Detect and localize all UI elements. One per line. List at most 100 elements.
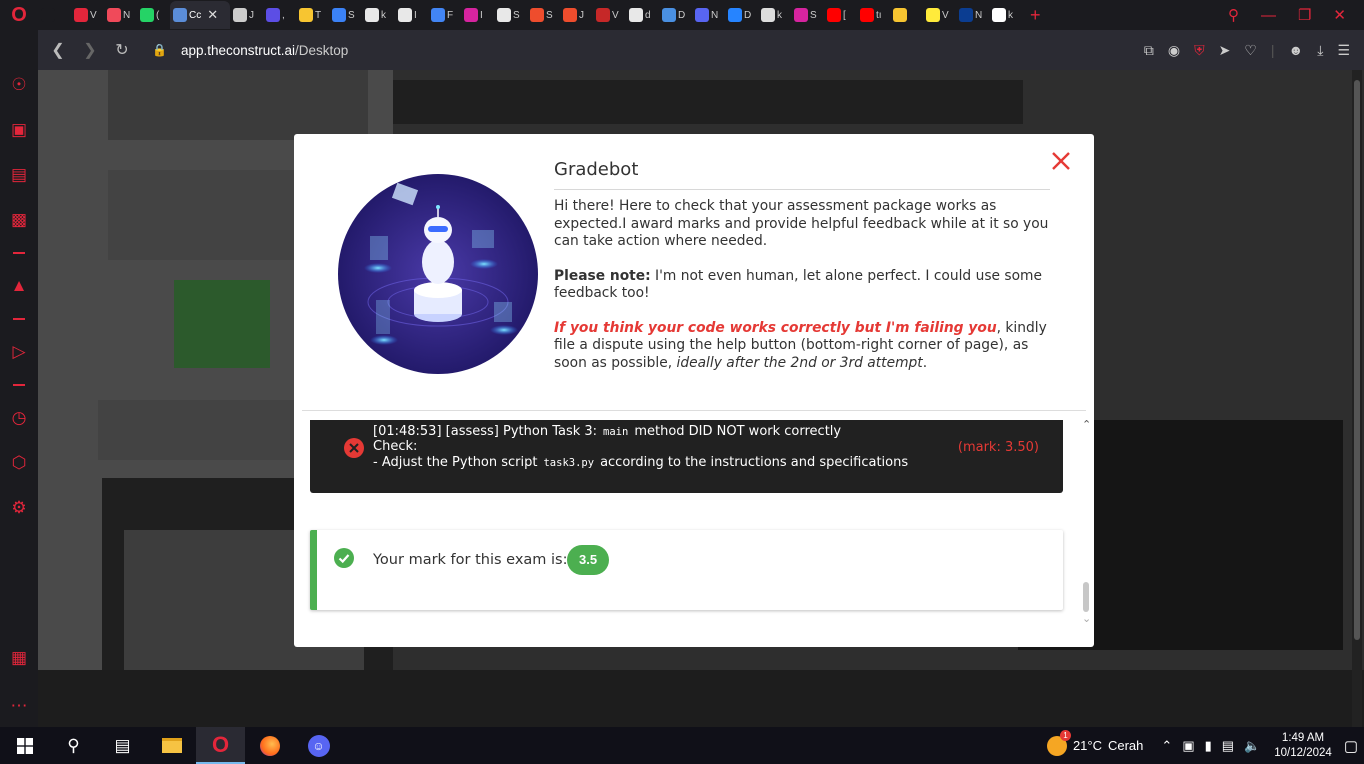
weather-text: Cerah — [1107, 738, 1144, 753]
network-icon[interactable]: ▤ — [1222, 738, 1234, 754]
minimize-button[interactable]: — — [1261, 7, 1276, 24]
opera-icon — [74, 8, 88, 22]
browser-tab[interactable]: N — [692, 1, 725, 29]
gradebot-modal: Gradebot Hi there! Here to check that yo… — [294, 134, 1094, 647]
search-icon[interactable]: ⚲ — [49, 727, 98, 764]
browser-tab[interactable]: V — [593, 1, 626, 29]
browser-tab[interactable]: Cc ✕ — [170, 1, 230, 29]
docs-icon — [431, 8, 445, 22]
browser-tab[interactable]: k — [758, 1, 791, 29]
lock-icon: 🔒 — [152, 43, 167, 57]
tab-strip: V N (Cc ✕ J, T Sk I F I S S J Vd D N Dk S [tı V Nk — [38, 1, 1022, 29]
download-icon[interactable]: ⤓ — [1317, 42, 1323, 59]
adblock-shield-icon[interactable]: ⛨ — [1194, 42, 1205, 59]
tab-label: k — [777, 9, 782, 21]
send-icon[interactable]: ➤ — [1219, 42, 1231, 59]
discord-icon[interactable]: ☺ — [294, 727, 343, 764]
settings-gear-icon[interactable]: ⚙ — [8, 495, 30, 521]
firefox-icon[interactable] — [245, 727, 294, 764]
notification-icon[interactable]: ▢ — [1344, 737, 1358, 755]
video-icon — [596, 8, 610, 22]
profile-icon[interactable]: ☻ — [1289, 42, 1304, 58]
aria-icon[interactable]: ▲ — [8, 273, 30, 299]
tab-label: k — [381, 9, 386, 21]
browser-tab[interactable]: k — [362, 1, 395, 29]
browser-tab[interactable]: S — [494, 1, 527, 29]
opera-menu-icon[interactable]: O — [0, 0, 38, 30]
close-tab-icon[interactable]: ✕ — [207, 7, 218, 23]
weather-widget[interactable]: 1 21°C Cerah — [1046, 729, 1144, 756]
browser-tab[interactable]: N — [104, 1, 137, 29]
game-icon — [41, 8, 55, 22]
heart-icon[interactable]: ♡ — [1244, 42, 1257, 59]
browser-tab[interactable]: k — [989, 1, 1022, 29]
scroll-down-arrow[interactable]: ⌄ — [1082, 612, 1091, 625]
page-scrollbar[interactable] — [1352, 70, 1362, 727]
browser-tab[interactable]: V — [923, 1, 956, 29]
gallery-icon[interactable]: ▦ — [8, 645, 30, 671]
volume-icon[interactable]: 🔈 — [1244, 738, 1260, 754]
browser-tab[interactable]: I — [461, 1, 494, 29]
camera-tray-icon[interactable]: ▣ — [1182, 738, 1194, 754]
history-icon[interactable]: ◷ — [8, 405, 30, 431]
browser-tab[interactable]: J — [560, 1, 593, 29]
chatgpt-icon — [497, 8, 511, 22]
tab-label: S — [546, 9, 553, 21]
opera-taskbar-icon[interactable]: O — [196, 727, 245, 764]
browser-tab[interactable] — [890, 1, 923, 29]
microphone-icon[interactable]: ▮ — [1205, 738, 1212, 754]
windows-icon — [16, 737, 33, 754]
tab-label: S — [348, 9, 355, 21]
search-tabs-icon[interactable]: ⚲ — [1228, 6, 1239, 24]
extension-icon[interactable]: ▩ — [8, 207, 30, 233]
browser-tab[interactable]: , — [263, 1, 296, 29]
weather-temp: 21°C — [1072, 738, 1102, 753]
browser-tab[interactable]: T — [296, 1, 329, 29]
tab-label: N — [711, 9, 719, 21]
score-badge: 3.5 — [567, 545, 610, 575]
close-window-button[interactable]: ✕ — [1333, 6, 1346, 24]
browser-tab[interactable]: tı — [857, 1, 890, 29]
dispute-paragraph: If you think your code works correctly b… — [554, 319, 1047, 371]
twitch-icon[interactable]: ▤ — [8, 162, 30, 188]
dispute-warning: If you think your code works correctly b… — [554, 319, 997, 336]
browser-tab[interactable]: S — [527, 1, 560, 29]
browser-tab[interactable]: D — [659, 1, 692, 29]
weather-sun-icon: 1 — [1046, 729, 1071, 756]
instagram-icon — [794, 8, 808, 22]
browser-tab[interactable]: N — [956, 1, 989, 29]
player-icon[interactable]: ▷ — [8, 339, 30, 365]
camera-icon[interactable]: ◉ — [1168, 42, 1180, 59]
browser-tab[interactable]: F — [428, 1, 461, 29]
file-explorer-icon[interactable] — [147, 727, 196, 764]
scroll-up-arrow[interactable]: ⌃ — [1082, 418, 1091, 431]
browser-tab[interactable]: d — [626, 1, 659, 29]
start-button[interactable] — [0, 727, 49, 764]
speed-dial-icon[interactable]: ☉ — [8, 72, 30, 98]
share-icon[interactable]: ⧉ — [1144, 42, 1154, 59]
chevron-up-icon[interactable]: ⌃ — [1161, 738, 1172, 754]
new-tab-button[interactable]: + — [1022, 5, 1049, 26]
forward-button[interactable]: ❯ — [74, 40, 106, 60]
easy-setup-icon[interactable]: ☰ — [1337, 42, 1350, 59]
browser-tab[interactable]: D — [725, 1, 758, 29]
clock[interactable]: 1:49 AM 10/12/2024 — [1274, 731, 1332, 761]
browser-tab[interactable]: S — [791, 1, 824, 29]
browser-tab[interactable]: S — [329, 1, 362, 29]
browser-tab[interactable]: [ — [824, 1, 857, 29]
box-icon[interactable]: ⬡ — [8, 450, 30, 476]
browser-tab[interactable]: I — [395, 1, 428, 29]
maximize-button[interactable]: ❐ — [1298, 6, 1311, 24]
close-icon[interactable] — [1050, 150, 1072, 172]
shopping-icon[interactable]: ▣ — [8, 117, 30, 143]
url-field[interactable]: app.theconstruct.ai/Desktop — [181, 43, 348, 58]
back-button[interactable]: ❮ — [42, 40, 74, 60]
more-icon[interactable]: ⋯ — [8, 693, 30, 719]
reload-button[interactable]: ↻ — [106, 40, 138, 60]
browser-tab[interactable]: J — [230, 1, 263, 29]
modal-scroll-thumb[interactable] — [1083, 582, 1089, 612]
browser-tab[interactable] — [38, 1, 71, 29]
browser-tab[interactable]: V — [71, 1, 104, 29]
task-view-icon[interactable]: ▤ — [98, 727, 147, 764]
browser-tab[interactable]: ( — [137, 1, 170, 29]
